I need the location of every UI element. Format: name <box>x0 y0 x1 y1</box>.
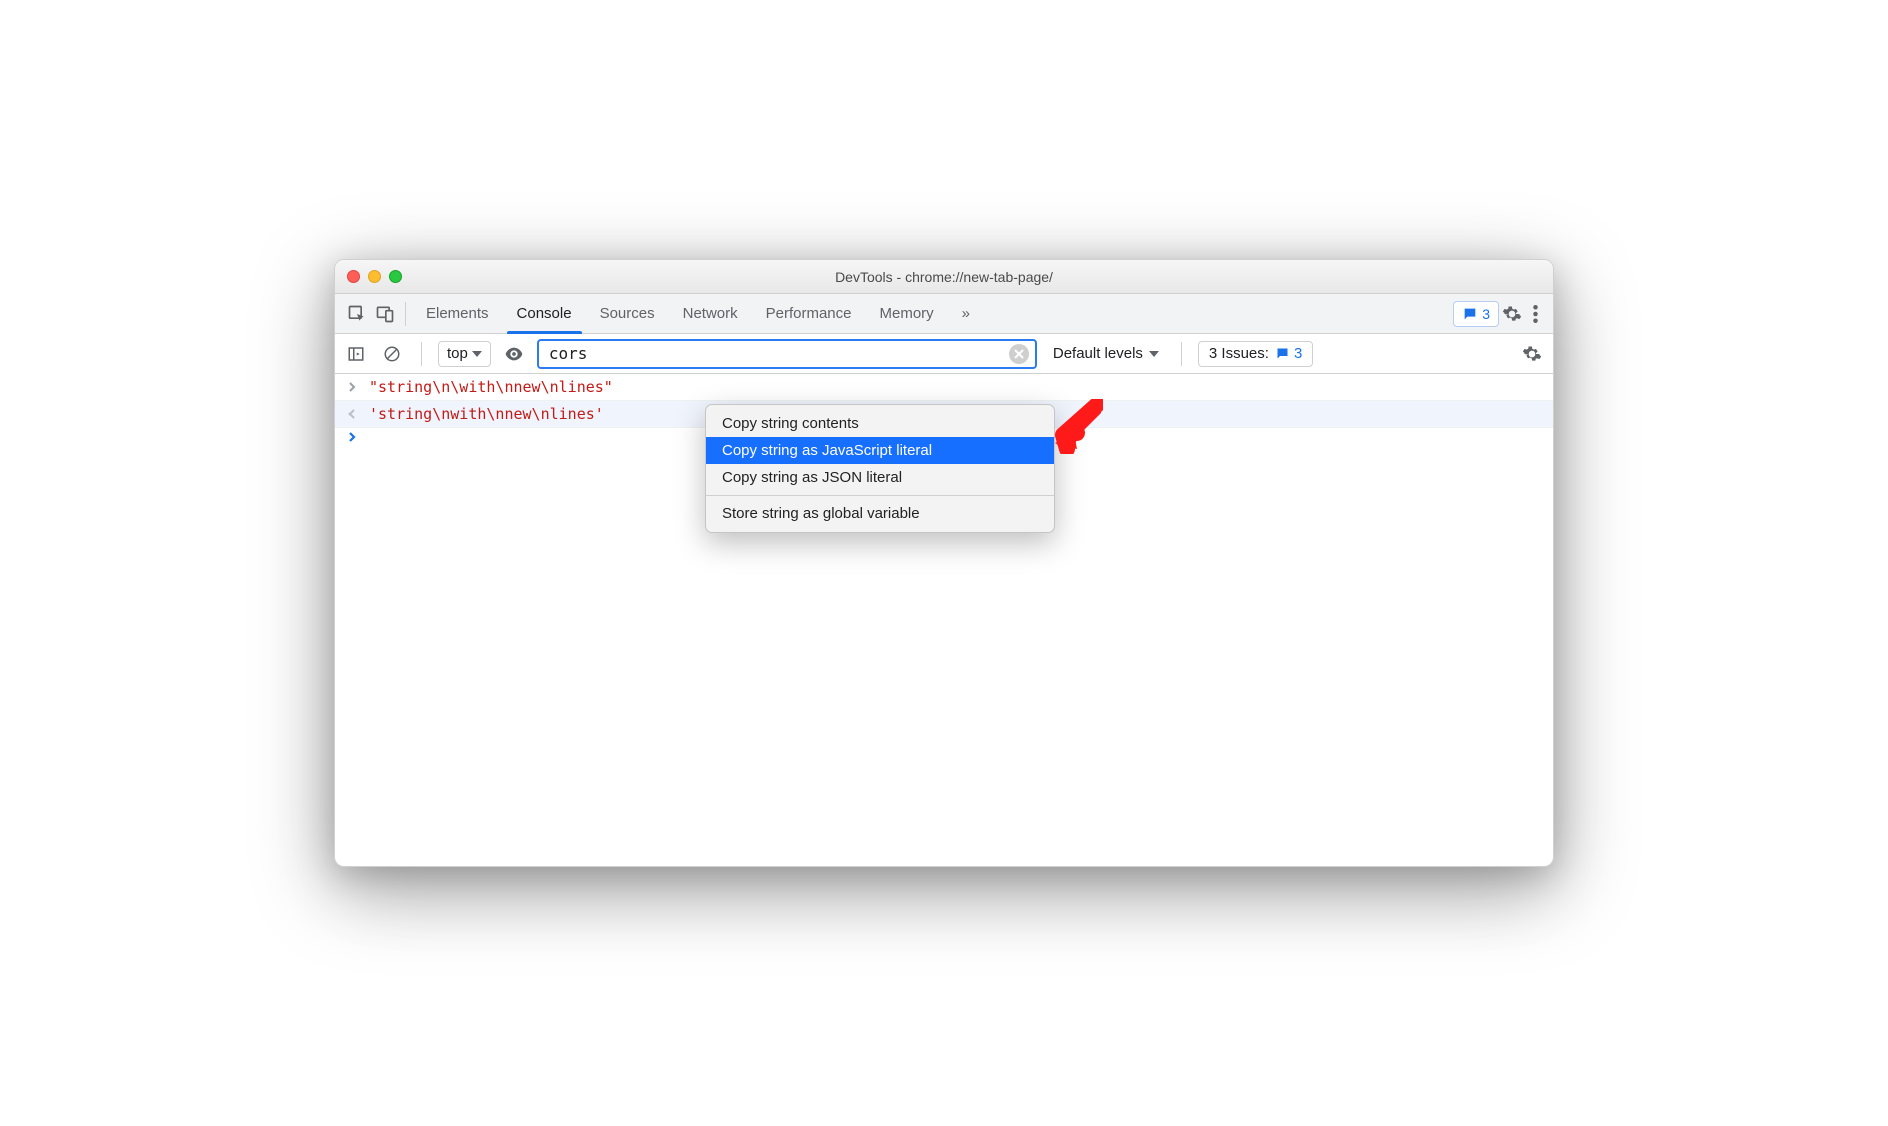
tab-network[interactable]: Network <box>669 294 752 333</box>
settings-button[interactable] <box>1499 301 1525 327</box>
tab-memory[interactable]: Memory <box>866 294 948 333</box>
issues-button[interactable]: 3 Issues: 3 <box>1198 341 1313 367</box>
tab-console[interactable]: Console <box>503 294 586 333</box>
filter-input[interactable] <box>549 344 1009 363</box>
context-label: top <box>447 345 468 362</box>
menu-copy-string-js-literal[interactable]: Copy string as JavaScript literal <box>706 437 1054 464</box>
tab-performance[interactable]: Performance <box>752 294 866 333</box>
context-selector[interactable]: top <box>438 341 491 367</box>
issues-label: 3 Issues: <box>1209 345 1269 362</box>
separator <box>421 342 422 366</box>
menu-store-global-variable[interactable]: Store string as global variable <box>706 500 1054 527</box>
console-toolbar: top Default levels 3 Issues: 3 <box>335 334 1553 374</box>
chevron-down-icon <box>472 351 482 357</box>
window-title: DevTools - chrome://new-tab-page/ <box>335 269 1553 285</box>
console-input-row[interactable]: "string\n\with\nnew\nlines" <box>335 374 1553 401</box>
traffic-lights <box>335 270 402 283</box>
menu-separator <box>706 495 1054 496</box>
filter-input-wrapper <box>537 339 1037 369</box>
minimize-window-button[interactable] <box>368 270 381 283</box>
live-expression-icon[interactable] <box>501 341 527 367</box>
menu-copy-string-contents[interactable]: Copy string contents <box>706 410 1054 437</box>
console-settings-button[interactable] <box>1519 341 1545 367</box>
separator <box>405 302 406 326</box>
levels-label: Default levels <box>1053 345 1143 362</box>
window-titlebar: DevTools - chrome://new-tab-page/ <box>335 260 1553 294</box>
tab-sources[interactable]: Sources <box>586 294 669 333</box>
clear-console-icon[interactable] <box>379 341 405 367</box>
toggle-sidebar-icon[interactable] <box>343 341 369 367</box>
output-arrow-icon <box>345 409 359 419</box>
prompt-arrow-icon <box>345 432 359 442</box>
console-line-text: "string\n\with\nnew\nlines" <box>369 378 613 396</box>
console-line-text: 'string\nwith\nnew\nlines' <box>369 405 604 423</box>
close-window-button[interactable] <box>347 270 360 283</box>
menu-copy-string-json-literal[interactable]: Copy string as JSON literal <box>706 464 1054 491</box>
main-tab-bar: Elements Console Sources Network Perform… <box>335 294 1553 334</box>
maximize-window-button[interactable] <box>389 270 402 283</box>
messages-badge[interactable]: 3 <box>1453 301 1499 327</box>
devtools-window: DevTools - chrome://new-tab-page/ Elemen… <box>334 259 1554 867</box>
tab-elements[interactable]: Elements <box>412 294 503 333</box>
more-menu-button[interactable] <box>1525 301 1545 327</box>
messages-count: 3 <box>1482 306 1490 322</box>
tabs-overflow-button[interactable]: » <box>948 294 984 333</box>
input-arrow-icon <box>345 382 359 392</box>
chevron-down-icon <box>1149 351 1159 357</box>
clear-filter-icon[interactable] <box>1009 344 1029 364</box>
context-menu: Copy string contents Copy string as Java… <box>705 404 1055 533</box>
separator <box>1181 342 1182 366</box>
console-body: "string\n\with\nnew\nlines" 'string\nwit… <box>335 374 1553 866</box>
log-levels-selector[interactable]: Default levels <box>1047 345 1165 362</box>
device-toolbar-icon[interactable] <box>371 300 399 328</box>
inspect-element-icon[interactable] <box>343 300 371 328</box>
issues-count-badge: 3 <box>1275 345 1302 362</box>
